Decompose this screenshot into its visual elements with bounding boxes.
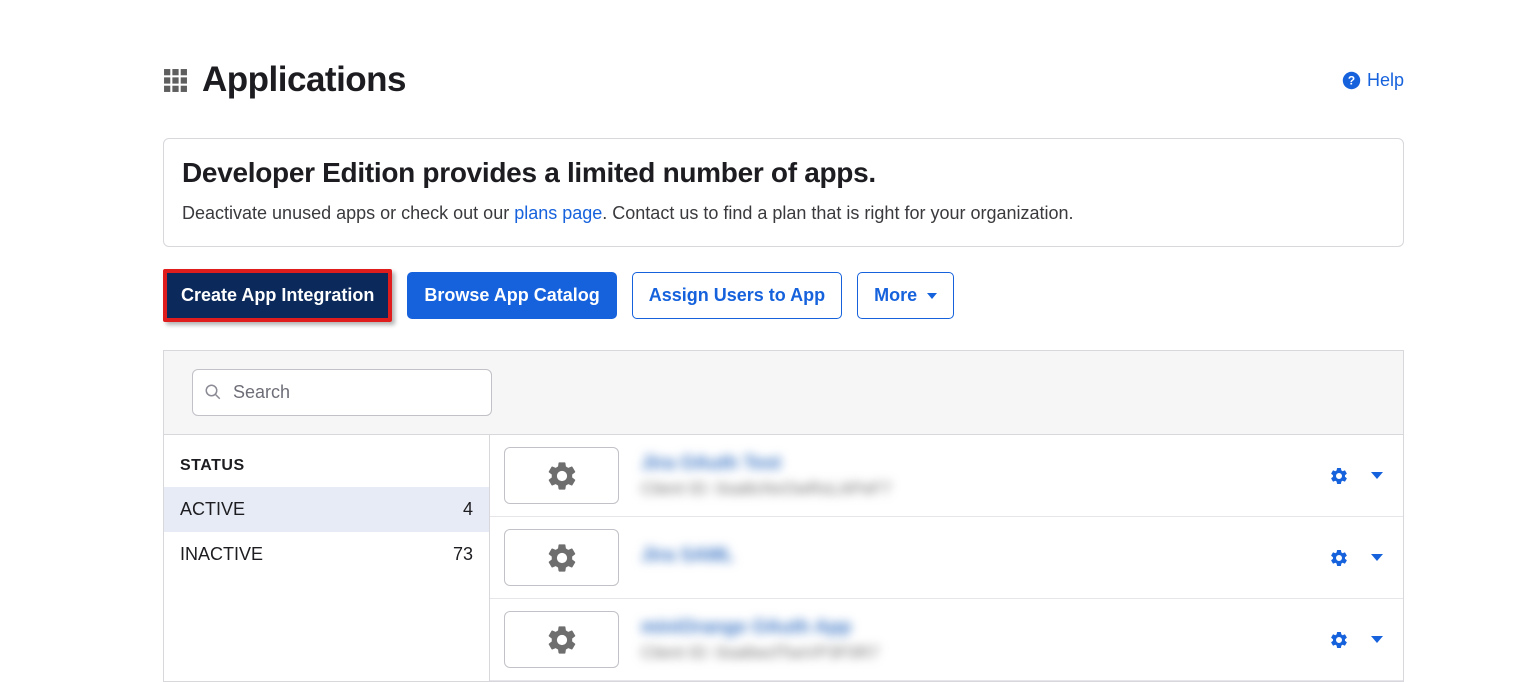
gear-icon	[545, 459, 579, 493]
app-row[interactable]: miniOrange OAuth App Client ID: 0oa8wcfT…	[490, 599, 1403, 681]
app-name[interactable]: miniOrange OAuth App	[641, 617, 1307, 639]
app-icon-box	[504, 529, 619, 586]
row-settings-icon[interactable]	[1329, 466, 1349, 486]
create-app-integration-button[interactable]: Create App Integration	[163, 269, 392, 322]
app-list: Jira OAuth Test Client ID: 0oa8cNvOwRoLA…	[490, 435, 1403, 681]
row-menu-caret-icon[interactable]	[1371, 636, 1383, 643]
app-icon-box	[504, 447, 619, 504]
sidebar-item-label: INACTIVE	[180, 544, 263, 565]
plans-page-link[interactable]: plans page	[514, 203, 602, 223]
app-icon-box	[504, 611, 619, 668]
gear-icon	[545, 623, 579, 657]
help-icon: ?	[1342, 71, 1361, 90]
applications-panel: STATUS ACTIVE 4 INACTIVE 73 Jira OAuth T…	[163, 350, 1404, 682]
apps-grid-icon	[163, 68, 188, 93]
limits-banner: Developer Edition provides a limited num…	[163, 138, 1404, 247]
help-link[interactable]: ? Help	[1342, 70, 1404, 91]
svg-text:?: ?	[1348, 73, 1355, 87]
row-settings-icon[interactable]	[1329, 548, 1349, 568]
app-subtext: Client ID: 0oa8cNvOwRoLAPeF7	[641, 479, 1307, 499]
page-title: Applications	[202, 60, 406, 100]
app-name[interactable]: Jira SAML	[641, 545, 1307, 567]
row-menu-caret-icon[interactable]	[1371, 472, 1383, 479]
banner-subtext: Deactivate unused apps or check out our …	[182, 203, 1385, 224]
status-header: STATUS	[164, 435, 489, 487]
status-sidebar: STATUS ACTIVE 4 INACTIVE 73	[164, 435, 490, 681]
search-icon	[204, 383, 222, 401]
row-menu-caret-icon[interactable]	[1371, 554, 1383, 561]
sidebar-item-count: 4	[463, 499, 473, 520]
search-input[interactable]	[192, 369, 492, 416]
sidebar-item-active[interactable]: ACTIVE 4	[164, 487, 489, 532]
more-button[interactable]: More	[857, 272, 954, 319]
assign-users-button[interactable]: Assign Users to App	[632, 272, 842, 319]
help-label: Help	[1367, 70, 1404, 91]
browse-app-catalog-button[interactable]: Browse App Catalog	[407, 272, 616, 319]
app-name[interactable]: Jira OAuth Test	[641, 453, 1307, 475]
banner-title: Developer Edition provides a limited num…	[182, 157, 1385, 189]
row-settings-icon[interactable]	[1329, 630, 1349, 650]
sidebar-item-inactive[interactable]: INACTIVE 73	[164, 532, 489, 577]
sidebar-item-label: ACTIVE	[180, 499, 245, 520]
app-row[interactable]: Jira OAuth Test Client ID: 0oa8cNvOwRoLA…	[490, 435, 1403, 517]
caret-down-icon	[927, 293, 937, 299]
app-row[interactable]: Jira SAML	[490, 517, 1403, 599]
app-subtext: Client ID: 0oa8wcfTseVP3F0R7	[641, 643, 1307, 663]
gear-icon	[545, 541, 579, 575]
sidebar-item-count: 73	[453, 544, 473, 565]
